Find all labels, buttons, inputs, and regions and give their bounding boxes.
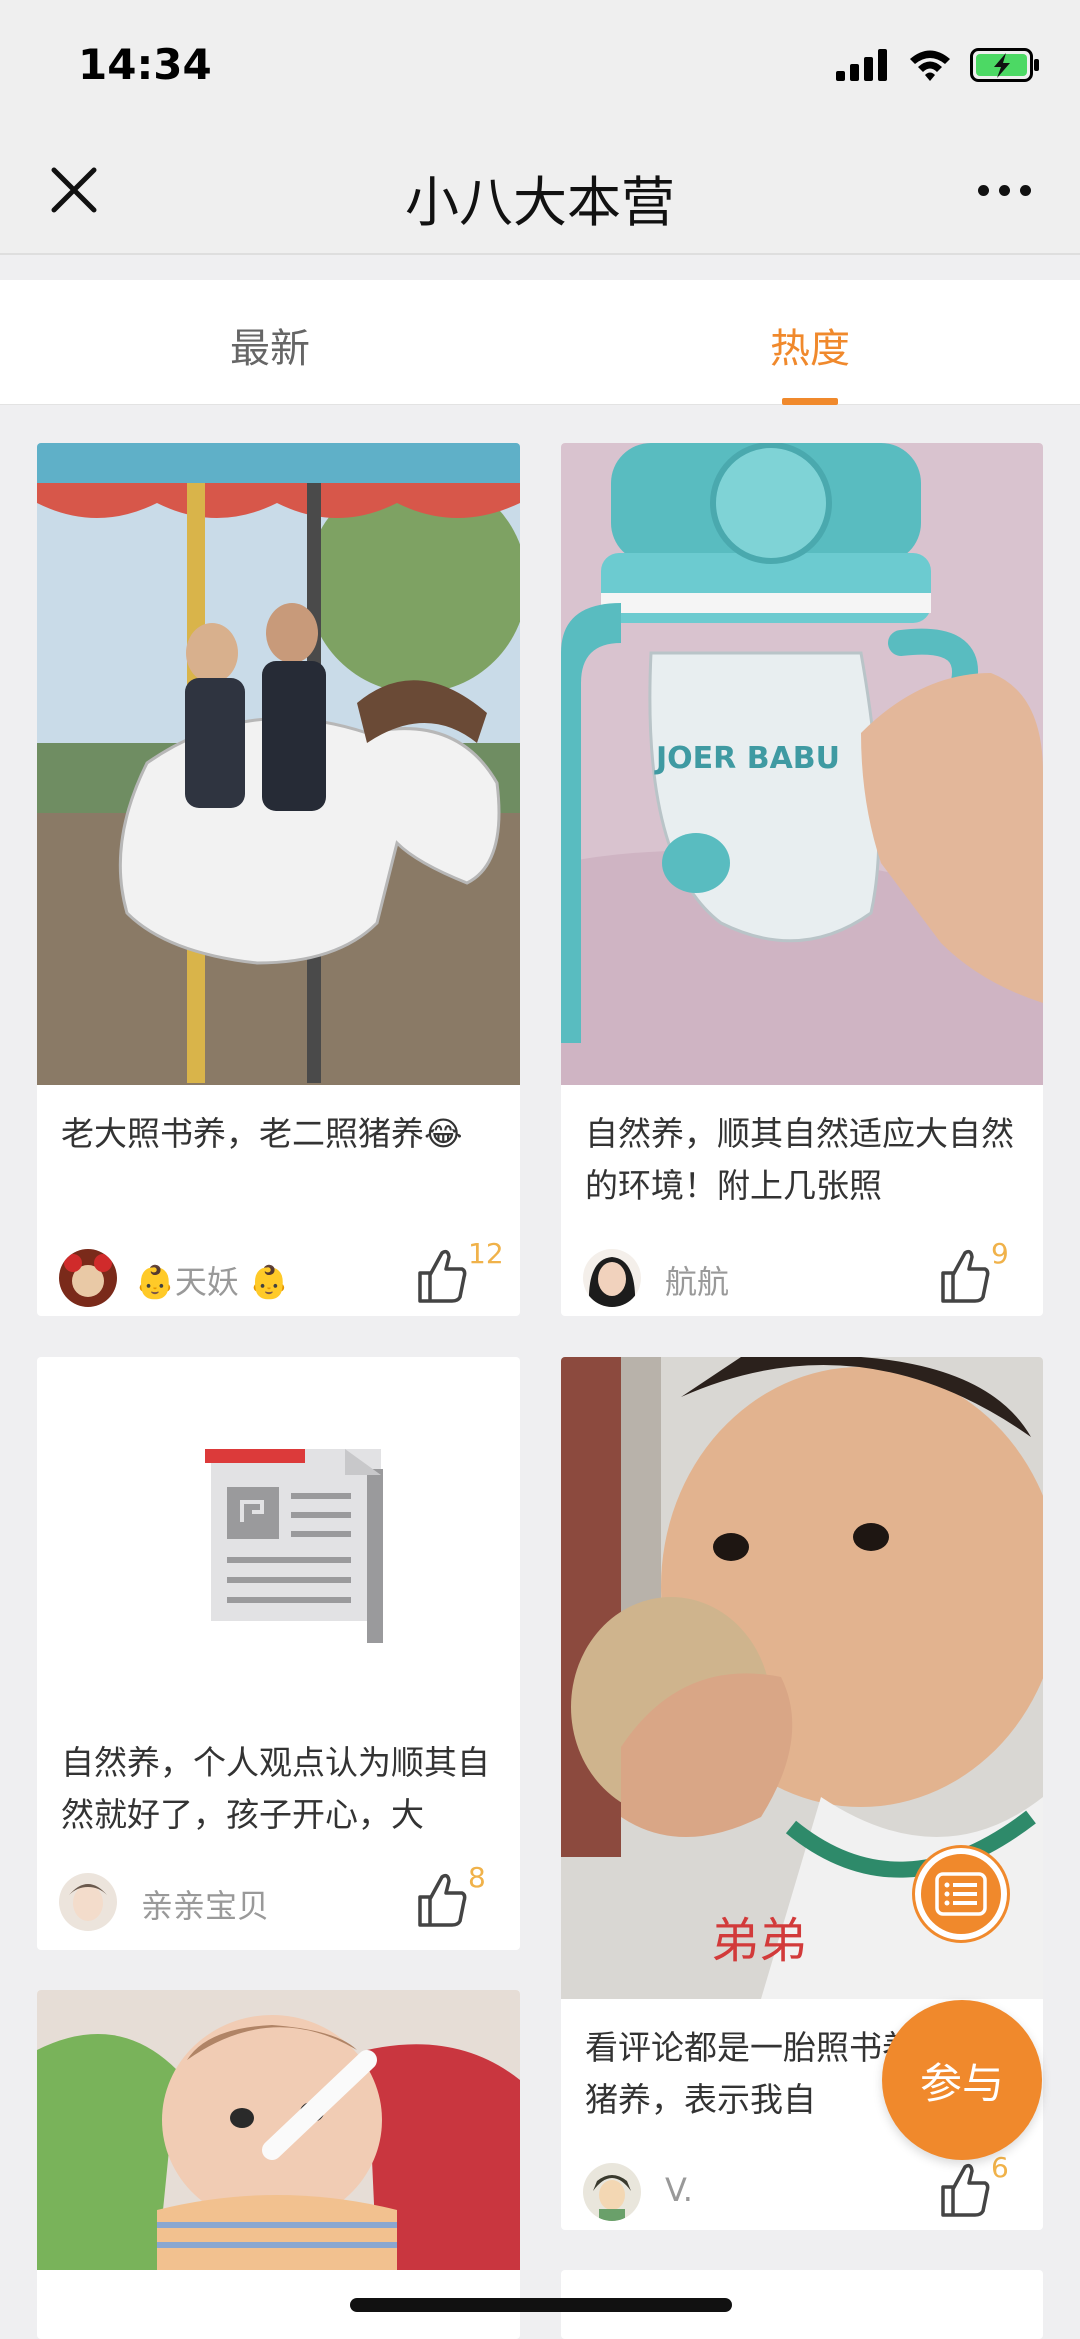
like-button[interactable]: 12 [392, 1237, 504, 1309]
active-tab-indicator [782, 398, 838, 405]
status-bar: 14:34 [0, 0, 1080, 130]
post-image-placeholder [37, 1357, 520, 1697]
post-image: JOER BABU [561, 443, 1043, 1085]
more-dot-icon [1019, 184, 1031, 196]
post-footer: 航航 9 [561, 1237, 1043, 1313]
bottle-brand: JOER BABU [654, 741, 840, 776]
author-name: 亲亲宝贝 [141, 1887, 270, 1925]
like-count: 8 [468, 1861, 486, 1894]
status-icons [836, 48, 1040, 82]
signal-icon [836, 49, 887, 81]
post-title: 自然养，个人观点认为顺其自然就好了，孩子开心，大 [61, 1743, 490, 1834]
more-options-button[interactable] [964, 168, 1044, 212]
battery-icon [970, 48, 1039, 82]
svg-text:弟弟: 弟弟 [711, 1913, 807, 1969]
like-count: 6 [991, 2151, 1009, 2184]
post-card[interactable] [37, 1990, 520, 2339]
post-card[interactable]: 自然养，个人观点认为顺其自然就好了，孩子开心，大 亲亲宝贝 8 [37, 1357, 520, 1950]
author-name: 航航 [665, 1263, 730, 1301]
list-icon [935, 1872, 987, 1916]
more-dot-icon [977, 184, 989, 196]
tab-popular[interactable]: 热度 [660, 316, 960, 374]
post-card[interactable]: 老大照书养，老二照猪养😂 👶天妖 👶 12 [37, 443, 520, 1316]
nav-bar: 小八大本营 [0, 130, 1080, 255]
like-button[interactable]: 9 [915, 1237, 1025, 1309]
thumbs-up-icon [418, 1873, 467, 1927]
list-view-button[interactable] [915, 1848, 1007, 1940]
tab-latest[interactable]: 最新 [120, 316, 420, 374]
like-count: 12 [468, 1237, 504, 1270]
post-footer: 亲亲宝贝 8 [37, 1861, 520, 1937]
like-button[interactable]: 8 [392, 1861, 502, 1933]
thumbs-up-icon [941, 2163, 990, 2217]
post-card[interactable]: JOER BABU 自然养，顺其自然适应大自然的环境！附上几张照 航航 9 [561, 443, 1043, 1316]
article-icon [205, 1449, 383, 1643]
page-title: 小八大本营 [405, 171, 675, 234]
post-footer: V. 6 [561, 2151, 1043, 2227]
thumbs-up-icon [941, 1249, 990, 1303]
author-name: 👶天妖 👶 [135, 1263, 289, 1301]
tab-bar: 最新 热度 [0, 280, 1080, 405]
post-title: 自然养，顺其自然适应大自然的环境！附上几张照 [585, 1114, 1014, 1205]
author-name: V. [665, 2171, 693, 2209]
post-image [37, 443, 520, 1085]
home-indicator [350, 2298, 732, 2312]
more-dot-icon [998, 184, 1010, 196]
post-footer: 👶天妖 👶 12 [37, 1237, 520, 1313]
like-count: 9 [991, 1237, 1009, 1270]
post-image [37, 1990, 520, 2270]
status-time: 14:34 [78, 40, 212, 89]
post-title: 老大照书养，老二照猪养😂 [61, 1114, 463, 1153]
avatar [583, 1249, 641, 1307]
wifi-icon [910, 50, 950, 81]
avatar [59, 1249, 117, 1307]
avatar [583, 2163, 641, 2221]
like-button[interactable]: 6 [915, 2151, 1025, 2223]
thumbs-up-icon [418, 1249, 467, 1303]
join-button[interactable]: 参与 [882, 2000, 1042, 2160]
avatar [59, 1873, 117, 1931]
